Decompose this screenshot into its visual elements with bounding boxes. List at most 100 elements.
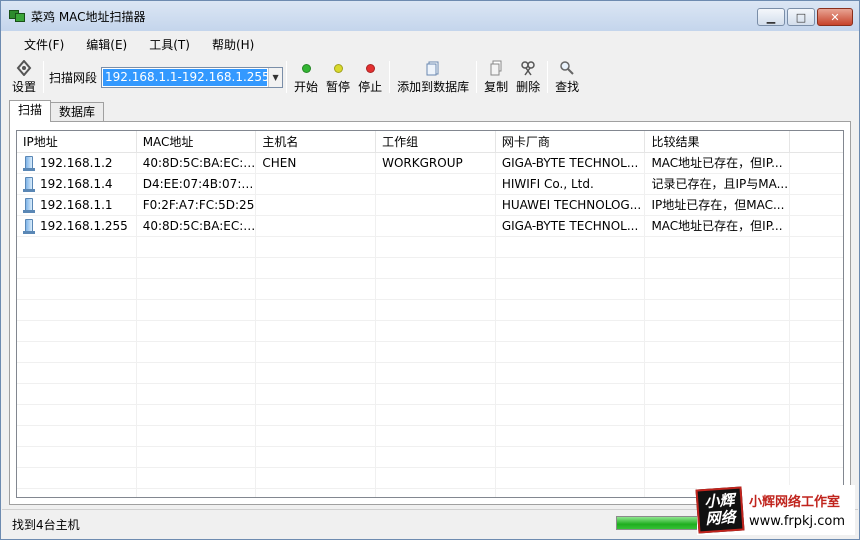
copy-button[interactable]: 复制 (480, 59, 512, 95)
cell-ip: 192.168.1.4 (17, 174, 137, 195)
empty-cell (496, 279, 646, 300)
empty-cell (496, 468, 646, 489)
empty-cell (645, 279, 791, 300)
close-button[interactable]: ✕ (817, 8, 853, 26)
empty-cell (496, 321, 646, 342)
watermark: 小辉 网络 小辉网络工作室 www.frpkj.com (695, 485, 855, 535)
column-header-vendor[interactable]: 网卡厂商 (496, 131, 646, 153)
menu-help[interactable]: 帮助(H) (202, 34, 264, 55)
toolbar: 设置 扫描网段 ▼ 开始 暂停 停止 添加到数据库 (2, 57, 858, 97)
table-row[interactable]: 192.168.1.255 40:8D:5C:BA:EC:84 GIGA-BYTE … (17, 216, 843, 237)
computer-icon (23, 177, 35, 192)
tab-database[interactable]: 数据库 (50, 102, 105, 122)
empty-cell (790, 426, 843, 447)
empty-row (17, 321, 843, 342)
watermark-url: www.frpkj.com (749, 514, 846, 529)
empty-cell (17, 447, 137, 468)
empty-cell (17, 489, 137, 497)
empty-cell (17, 237, 137, 258)
empty-cell (376, 258, 496, 279)
tab-panel: IP地址 MAC地址 主机名 工作组 网卡厂商 比较结果 192.168.1.2… (9, 121, 851, 505)
empty-cell (376, 279, 496, 300)
empty-cell (256, 279, 377, 300)
settings-button[interactable]: 设置 (8, 59, 40, 95)
empty-cell (256, 342, 377, 363)
empty-cell (137, 321, 257, 342)
menu-bar: 文件(F) 编辑(E) 工具(T) 帮助(H) (2, 32, 858, 56)
table-cell (376, 195, 496, 216)
column-header-mac[interactable]: MAC地址 (137, 131, 257, 153)
empty-row (17, 405, 843, 426)
empty-cell (256, 468, 377, 489)
empty-cell (376, 363, 496, 384)
table-cell (256, 216, 377, 237)
empty-cell (17, 405, 137, 426)
start-button[interactable]: 开始 (290, 59, 322, 95)
empty-cell (137, 468, 257, 489)
delete-button[interactable]: 删除 (512, 59, 544, 95)
chevron-down-icon[interactable]: ▼ (268, 67, 283, 87)
empty-cell (645, 321, 791, 342)
tab-scan[interactable]: 扫描 (9, 100, 52, 122)
table-row[interactable]: 192.168.1.1 F0:2F:A7:FC:5D:25 HUAWEI TECHN… (17, 195, 843, 216)
table-cell-filler (790, 153, 843, 174)
tab-strip: 扫描 数据库 (9, 100, 105, 122)
segment-input[interactable] (103, 68, 268, 86)
empty-cell (256, 405, 377, 426)
progress-fill (617, 517, 697, 529)
table-cell: 40:8D:5C:BA:EC:84 (137, 153, 257, 174)
column-header-ip[interactable]: IP地址 (17, 131, 137, 153)
empty-cell (376, 447, 496, 468)
empty-cell (17, 321, 137, 342)
toolbar-separator (286, 61, 288, 93)
hosts-list[interactable]: IP地址 MAC地址 主机名 工作组 网卡厂商 比较结果 192.168.1.2… (16, 130, 844, 498)
menu-edit[interactable]: 编辑(E) (76, 34, 137, 55)
title-bar[interactable]: 菜鸡 MAC地址扫描器 ▁ □ ✕ (1, 1, 859, 31)
table-cell: 记录已存在，且IP与MA... (645, 174, 791, 195)
empty-cell (376, 321, 496, 342)
empty-cell (17, 258, 137, 279)
empty-cell (256, 300, 377, 321)
column-header-hostname[interactable]: 主机名 (256, 131, 377, 153)
scissors-icon (520, 60, 536, 76)
settings-label: 设置 (12, 80, 37, 94)
empty-cell (645, 342, 791, 363)
table-row[interactable]: 192.168.1.4 D4:EE:07:4B:07:D9 HIWIFI Co., … (17, 174, 843, 195)
toolbar-separator (476, 61, 478, 93)
empty-cell (496, 300, 646, 321)
empty-cell (496, 489, 646, 497)
minimize-button[interactable]: ▁ (757, 8, 785, 26)
empty-row (17, 300, 843, 321)
empty-cell (645, 405, 791, 426)
empty-cell (137, 237, 257, 258)
menu-tools[interactable]: 工具(T) (139, 34, 200, 55)
cell-ip-text: 192.168.1.4 (40, 177, 113, 191)
watermark-logo-line2: 网络 (704, 507, 737, 529)
empty-cell (790, 447, 843, 468)
maximize-button[interactable]: □ (787, 8, 815, 26)
empty-cell (17, 279, 137, 300)
copy-icon (488, 60, 504, 76)
add-document-icon (425, 60, 441, 76)
table-cell-filler (790, 174, 843, 195)
stop-label: 停止 (358, 80, 383, 94)
table-cell (376, 216, 496, 237)
pause-button[interactable]: 暂停 (322, 59, 354, 95)
menu-file[interactable]: 文件(F) (14, 34, 74, 55)
empty-cell (645, 447, 791, 468)
empty-cell (137, 384, 257, 405)
find-button[interactable]: 查找 (551, 59, 583, 95)
stop-button[interactable]: 停止 (354, 59, 386, 95)
empty-cell (496, 237, 646, 258)
column-header-workgroup[interactable]: 工作组 (376, 131, 496, 153)
segment-combo[interactable]: ▼ (101, 66, 284, 88)
green-dot-icon (301, 60, 311, 76)
add-to-database-button[interactable]: 添加到数据库 (393, 59, 473, 95)
empty-cell (645, 363, 791, 384)
table-cell (256, 174, 377, 195)
column-header-compare[interactable]: 比较结果 (645, 131, 791, 153)
empty-cell (137, 489, 257, 497)
table-cell-filler (790, 216, 843, 237)
table-row[interactable]: 192.168.1.2 40:8D:5C:BA:EC:84 CHEN WORKGROU… (17, 153, 843, 174)
empty-row (17, 342, 843, 363)
